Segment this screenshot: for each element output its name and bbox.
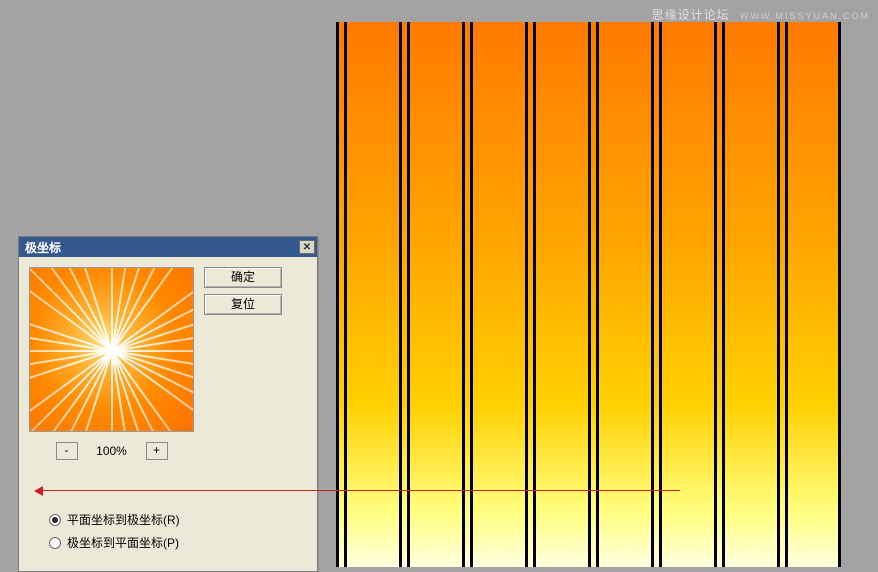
ok-button[interactable]: 确定 [204, 267, 282, 288]
canvas-stripe [785, 22, 788, 567]
canvas-stripe [596, 22, 599, 567]
canvas-stripe [651, 22, 654, 567]
dialog-body: - 100% + 确定 复位 [19, 257, 317, 470]
canvas-stripe [838, 22, 841, 567]
annotation-arrow-line [40, 490, 680, 491]
radio-icon[interactable] [49, 514, 61, 526]
canvas-stripe [336, 22, 339, 567]
close-icon: ✕ [303, 242, 311, 253]
conversion-options: 平面坐标到极坐标(R) 极坐标到平面坐标(P) [49, 511, 180, 557]
zoom-value: 100% [92, 444, 132, 458]
dialog-title: 极坐标 [25, 239, 61, 256]
zoom-in-button[interactable]: + [146, 442, 168, 460]
canvas-stripe [344, 22, 347, 567]
polar-coordinates-dialog: 极坐标 ✕ - 100% + 确定 复位 平面坐标到极坐标(R) 极坐标到平面坐… [18, 236, 318, 572]
option-rect-to-polar[interactable]: 平面坐标到极坐标(R) [49, 511, 180, 528]
watermark: 思缘设计论坛 WWW.MISSYUAN.COM [652, 6, 870, 23]
canvas-stripe [714, 22, 717, 567]
canvas-stripe [588, 22, 591, 567]
reset-button[interactable]: 复位 [204, 294, 282, 315]
canvas-stripe [525, 22, 528, 567]
canvas-stripe [399, 22, 402, 567]
radio-icon[interactable] [49, 537, 61, 549]
watermark-text: 思缘设计论坛 [652, 8, 730, 22]
effect-preview[interactable] [29, 267, 194, 432]
canvas-stripe [659, 22, 662, 567]
canvas-stripe [407, 22, 410, 567]
canvas-stripe [470, 22, 473, 567]
watermark-url: WWW.MISSYUAN.COM [740, 11, 870, 21]
canvas-stripe [777, 22, 780, 567]
dialog-titlebar[interactable]: 极坐标 ✕ [19, 237, 317, 257]
preview-column: - 100% + [29, 267, 194, 460]
option-label: 平面坐标到极坐标(R) [67, 511, 180, 528]
zoom-out-button[interactable]: - [56, 442, 78, 460]
option-polar-to-rect[interactable]: 极坐标到平面坐标(P) [49, 534, 180, 551]
close-button[interactable]: ✕ [299, 240, 315, 254]
canvas-stripe [533, 22, 536, 567]
button-column: 确定 复位 [204, 267, 282, 460]
option-label: 极坐标到平面坐标(P) [67, 534, 179, 551]
canvas-stripe [722, 22, 725, 567]
canvas-preview [336, 22, 841, 567]
annotation-arrow-head [34, 486, 43, 496]
zoom-controls: - 100% + [29, 442, 194, 460]
canvas-stripe [462, 22, 465, 567]
